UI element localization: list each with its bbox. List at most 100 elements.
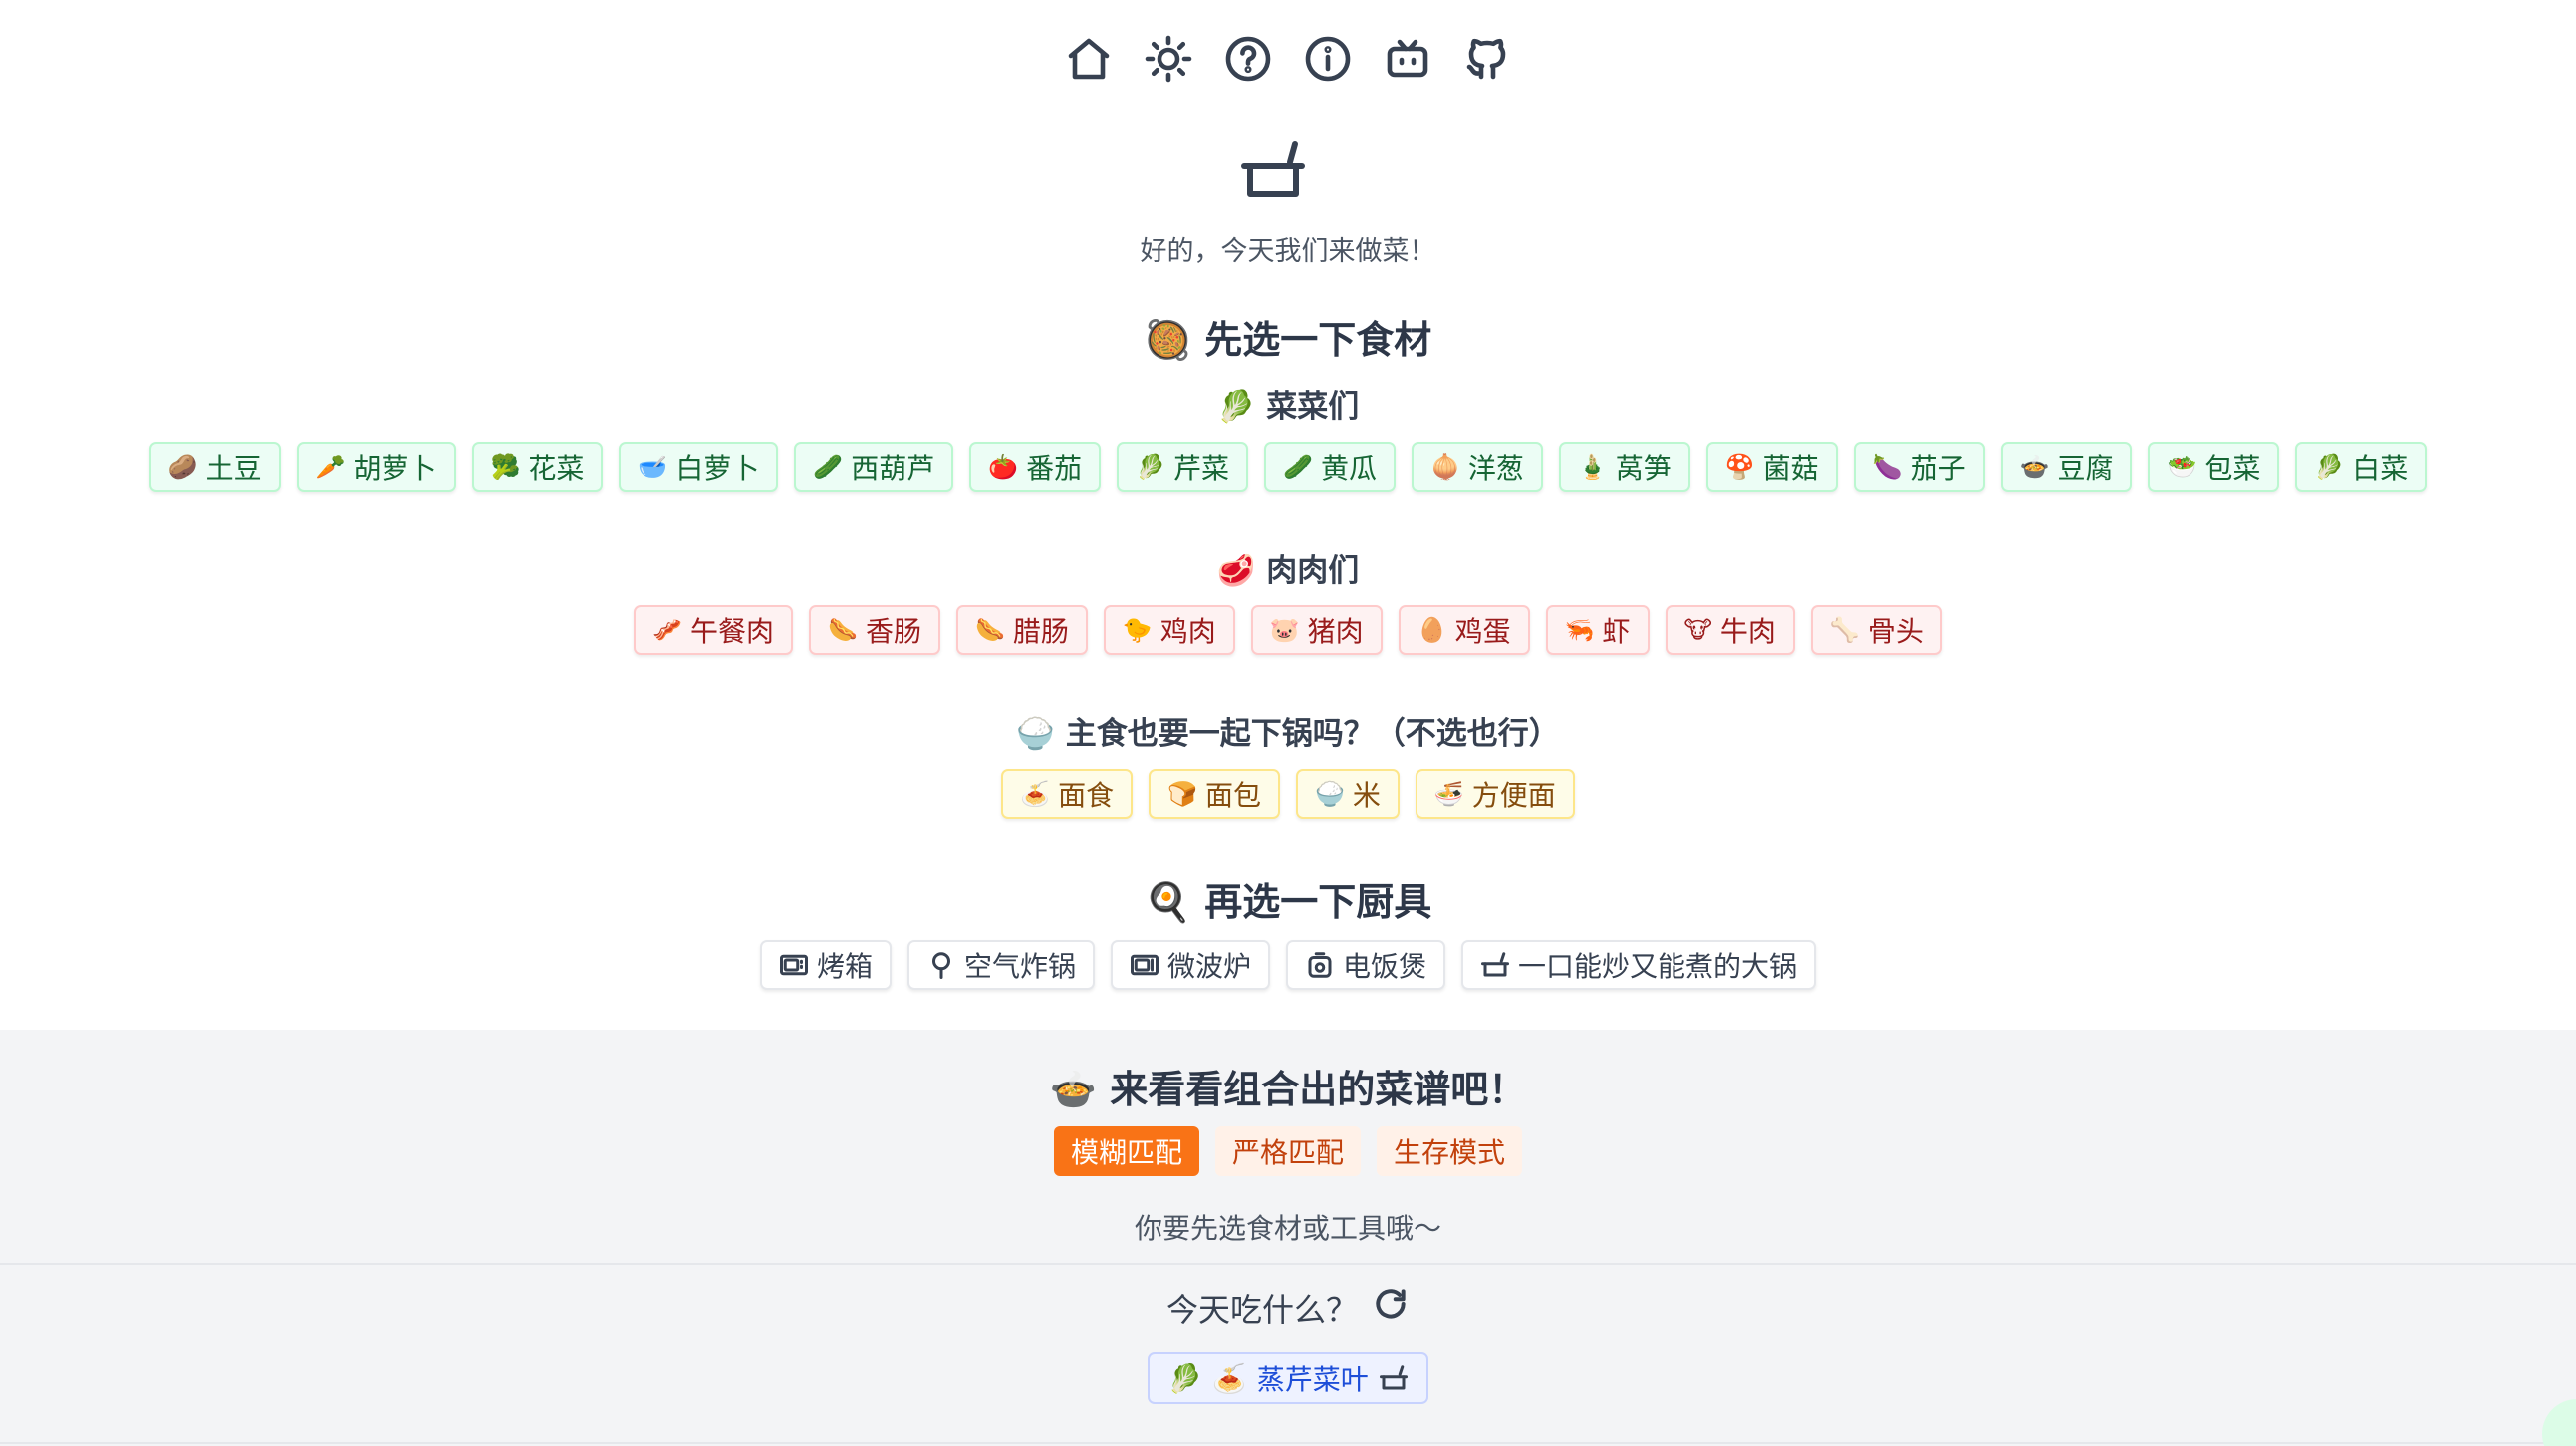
veg-tag[interactable]: 🥒 黄瓜 bbox=[1264, 442, 1396, 492]
veg-tag[interactable]: 🧅 洋葱 bbox=[1411, 442, 1543, 492]
mode-survival-button[interactable]: 生存模式 bbox=[1377, 1126, 1523, 1176]
veg-tag[interactable]: 🍄 菌菇 bbox=[1705, 442, 1838, 492]
tag-label: 米 bbox=[1352, 779, 1381, 812]
tag-label: 微波炉 bbox=[1166, 950, 1251, 983]
veg-tag[interactable]: 🥣 白萝卜 bbox=[619, 442, 779, 492]
info-icon[interactable] bbox=[1303, 34, 1353, 84]
tag-label: 菌菇 bbox=[1762, 452, 1819, 485]
tag-label: 花菜 bbox=[528, 452, 585, 485]
tag-label: 骨头 bbox=[1867, 615, 1924, 648]
tag-emoji: 🧅 bbox=[1429, 453, 1460, 481]
home-icon[interactable] bbox=[1064, 34, 1114, 84]
veg-tag[interactable]: 🥕 胡萝卜 bbox=[296, 442, 456, 492]
tag-label: 面食 bbox=[1058, 779, 1115, 812]
veg-tag[interactable]: 🥒 西葫芦 bbox=[794, 442, 954, 492]
mode-fuzzy-button[interactable]: 模糊匹配 bbox=[1053, 1126, 1199, 1176]
tag-label: 白萝卜 bbox=[675, 452, 760, 485]
tag-emoji: 🥔 bbox=[167, 453, 198, 481]
tag-emoji: 🐷 bbox=[1269, 616, 1300, 644]
top-nav bbox=[0, 34, 2576, 84]
tool-rice-cooker[interactable]: 电饭煲 bbox=[1286, 940, 1446, 990]
veg-tag[interactable]: 🍲 豆腐 bbox=[2000, 442, 2133, 492]
tag-emoji: 🦴 bbox=[1829, 616, 1860, 644]
meat-tag[interactable]: 🌭 香肠 bbox=[809, 605, 940, 655]
tag-label: 空气炸锅 bbox=[963, 950, 1076, 983]
divider bbox=[0, 1263, 2576, 1265]
tag-label: 一口能炒又能煮的大锅 bbox=[1518, 950, 1798, 983]
meat-tag[interactable]: 🐮 牛肉 bbox=[1665, 605, 1795, 655]
heading-text: 来看看组合出的菜谱吧！ bbox=[1110, 1068, 1527, 1111]
tag-emoji: 🍆 bbox=[1872, 453, 1903, 481]
heading-text: 主食也要一起下锅吗？（不选也行） bbox=[1065, 716, 1560, 752]
tag-label: 香肠 bbox=[865, 615, 921, 648]
staples-heading: 🍚 主食也要一起下锅吗？（不选也行） bbox=[0, 708, 2576, 753]
tool-wok[interactable]: 一口能炒又能煮的大锅 bbox=[1461, 940, 1817, 990]
tag-emoji: 🌭 bbox=[828, 616, 858, 644]
tag-label: 芹菜 bbox=[1173, 452, 1230, 485]
meat-tag[interactable]: 🦴 骨头 bbox=[1810, 605, 1942, 655]
staple-tag[interactable]: 🍞 面包 bbox=[1149, 769, 1280, 819]
tag-label: 茄子 bbox=[1910, 452, 1966, 485]
veg-tag[interactable]: 🥔 土豆 bbox=[148, 442, 281, 492]
tag-emoji: 🍝 bbox=[1020, 780, 1051, 808]
tag-label: 洋葱 bbox=[1467, 452, 1524, 485]
vegetable-list: 🥔 土豆 🥕 胡萝卜 🥦 花菜 🥣 白萝卜 🥒 西葫芦 🍅 番茄 🥬 芹菜 🥒 黄瓜 🧅 洋葱 🎍… bbox=[0, 442, 2576, 492]
heading-text: 肉肉们 bbox=[1266, 553, 1360, 589]
staple-tag[interactable]: 🍚 米 bbox=[1296, 769, 1400, 819]
tag-label: 白菜 bbox=[2352, 452, 2409, 485]
tool-air-fryer[interactable]: 空气炸锅 bbox=[906, 940, 1095, 990]
tag-label: 鸡蛋 bbox=[1454, 615, 1511, 648]
veg-tag[interactable]: 🥬 芹菜 bbox=[1117, 442, 1249, 492]
tag-label: 胡萝卜 bbox=[353, 452, 437, 485]
tag-emoji: 🍄 bbox=[1724, 453, 1755, 481]
tag-label: 土豆 bbox=[205, 452, 262, 485]
veg-tag[interactable]: 🥬 白菜 bbox=[2295, 442, 2428, 492]
help-icon[interactable] bbox=[1223, 34, 1273, 84]
mode-switch: 模糊匹配 严格匹配 生存模式 bbox=[0, 1126, 2576, 1176]
veg-tag[interactable]: 🍆 茄子 bbox=[1853, 442, 1985, 492]
staple-tag[interactable]: 🍜 方便面 bbox=[1415, 769, 1575, 819]
today-label: 今天吃什么？ bbox=[1165, 1291, 1358, 1328]
tag-emoji: 🥕 bbox=[315, 453, 346, 481]
tag-label: 面包 bbox=[1204, 779, 1261, 812]
tag-emoji: 🌭 bbox=[974, 616, 1005, 644]
tag-label: 鸡肉 bbox=[1159, 615, 1216, 648]
tag-emoji: 🍜 bbox=[1433, 780, 1464, 808]
meat-tag[interactable]: 🐷 猪肉 bbox=[1250, 605, 1383, 655]
tag-emoji: 🥓 bbox=[652, 616, 683, 644]
mode-strict-button[interactable]: 严格匹配 bbox=[1214, 1126, 1361, 1176]
heading-emoji: 🥩 bbox=[1216, 553, 1256, 589]
heading-emoji: 🥘 bbox=[1144, 318, 1192, 362]
dish-emoji: 🥬 bbox=[1167, 1361, 1202, 1395]
staple-tag[interactable]: 🍝 面食 bbox=[1001, 769, 1134, 819]
refresh-icon[interactable] bbox=[1372, 1285, 1410, 1330]
tag-emoji: 🍅 bbox=[988, 453, 1019, 481]
results-heading: 🍲 来看看组合出的菜谱吧！ bbox=[0, 1059, 2576, 1113]
tag-emoji: 🥬 bbox=[2314, 453, 2345, 481]
veg-tag[interactable]: 🥗 包菜 bbox=[2148, 442, 2280, 492]
tag-label: 腊肠 bbox=[1012, 615, 1069, 648]
tool-oven[interactable]: 烤箱 bbox=[759, 940, 892, 990]
meat-tag[interactable]: 🥓 午餐肉 bbox=[634, 605, 794, 655]
meat-tag[interactable]: 🐤 鸡肉 bbox=[1103, 605, 1235, 655]
ingredients-heading: 🥘 先选一下食材 bbox=[0, 309, 2576, 363]
meat-tag[interactable]: 🌭 腊肠 bbox=[955, 605, 1088, 655]
github-icon[interactable] bbox=[1462, 34, 1512, 84]
tools-heading: 🍳 再选一下厨具 bbox=[0, 871, 2576, 926]
veg-tag[interactable]: 🎍 莴笋 bbox=[1558, 442, 1690, 492]
bottom-border bbox=[0, 1442, 2576, 1444]
meat-tag[interactable]: 🦐 虾 bbox=[1545, 605, 1650, 655]
bilibili-icon[interactable] bbox=[1383, 34, 1432, 84]
sun-icon[interactable] bbox=[1144, 34, 1193, 84]
tool-list: 烤箱 空气炸锅 微波炉 电饭煲 一口能炒又能煮的大锅 bbox=[0, 940, 2576, 990]
tag-label: 猪肉 bbox=[1307, 615, 1364, 648]
dish-card[interactable]: 🥬 🍝 蒸芹菜叶 bbox=[1148, 1352, 1428, 1404]
tag-label: 方便面 bbox=[1471, 779, 1556, 812]
heading-emoji: 🍚 bbox=[1016, 716, 1055, 752]
veg-tag[interactable]: 🍅 番茄 bbox=[969, 442, 1102, 492]
meat-tag[interactable]: 🥚 鸡蛋 bbox=[1398, 605, 1530, 655]
tool-microwave[interactable]: 微波炉 bbox=[1110, 940, 1270, 990]
veg-tag[interactable]: 🥦 花菜 bbox=[471, 442, 604, 492]
tagline: 好的，今天我们来做菜！ bbox=[1140, 236, 1436, 267]
heading-emoji: 🍳 bbox=[1144, 880, 1192, 924]
